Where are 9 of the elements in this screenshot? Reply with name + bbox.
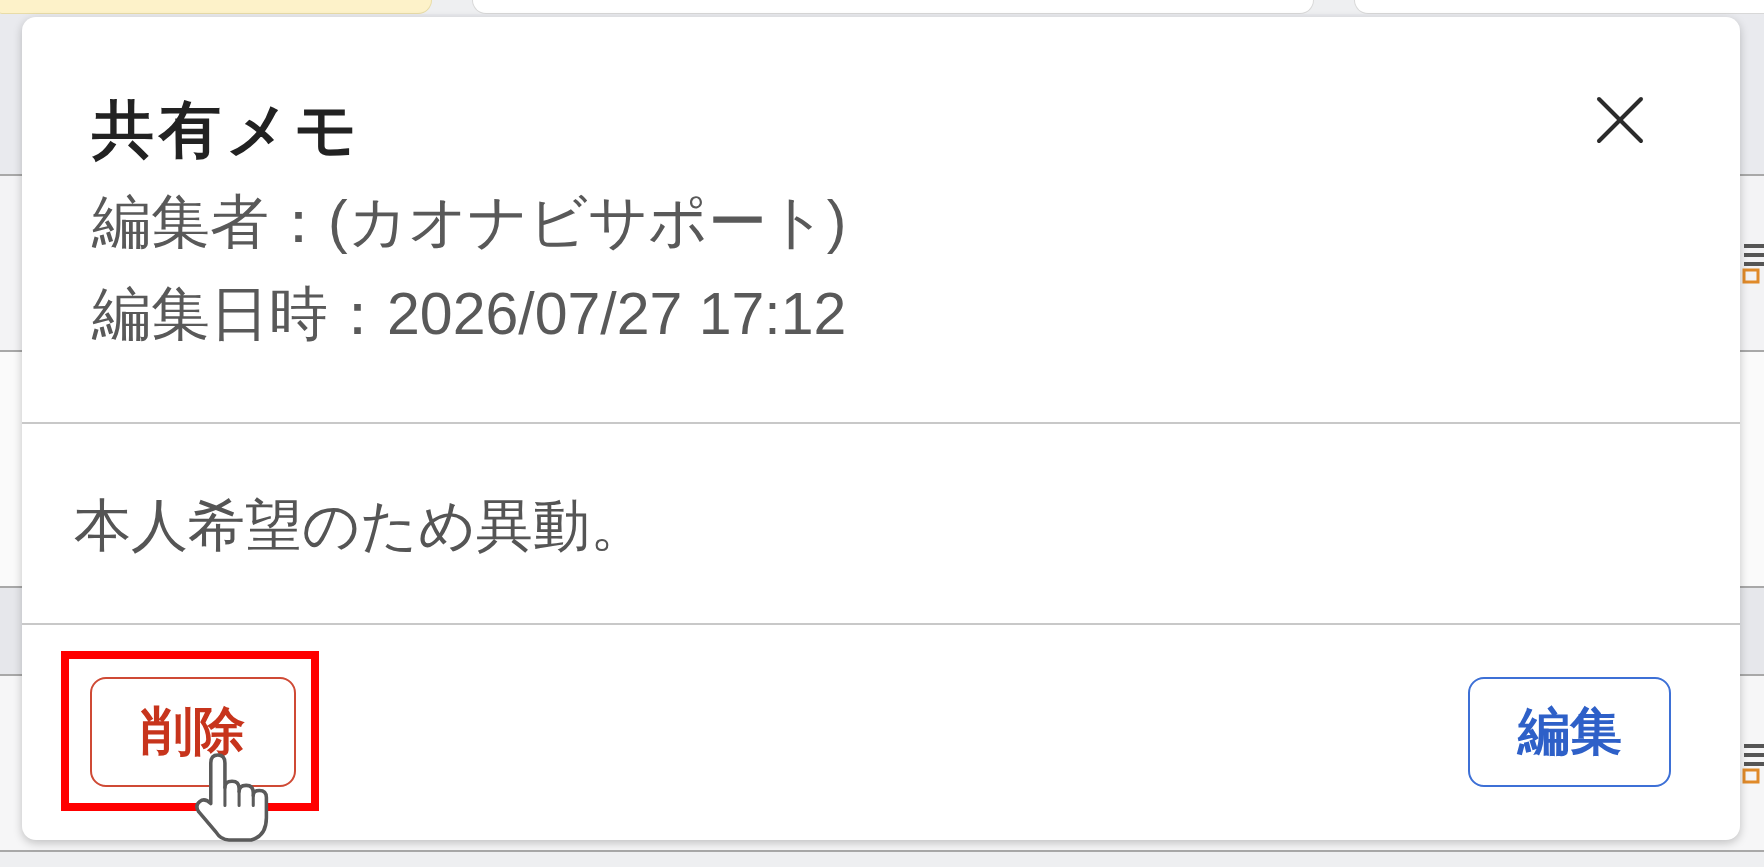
edited-date-text: 編集日時：2026/07/27 17:12	[92, 280, 847, 349]
close-icon	[1596, 96, 1644, 144]
edit-button[interactable]: 編集	[1468, 677, 1671, 787]
delete-button[interactable]: 削除	[90, 677, 296, 787]
editor-text: 編集者：(カオナビサポート)	[92, 188, 847, 257]
dialog-title: 共有メモ	[92, 94, 362, 166]
list-icon	[1742, 742, 1764, 784]
list-icon	[1742, 242, 1764, 284]
memo-text: 本人希望のため異動。	[74, 492, 647, 559]
